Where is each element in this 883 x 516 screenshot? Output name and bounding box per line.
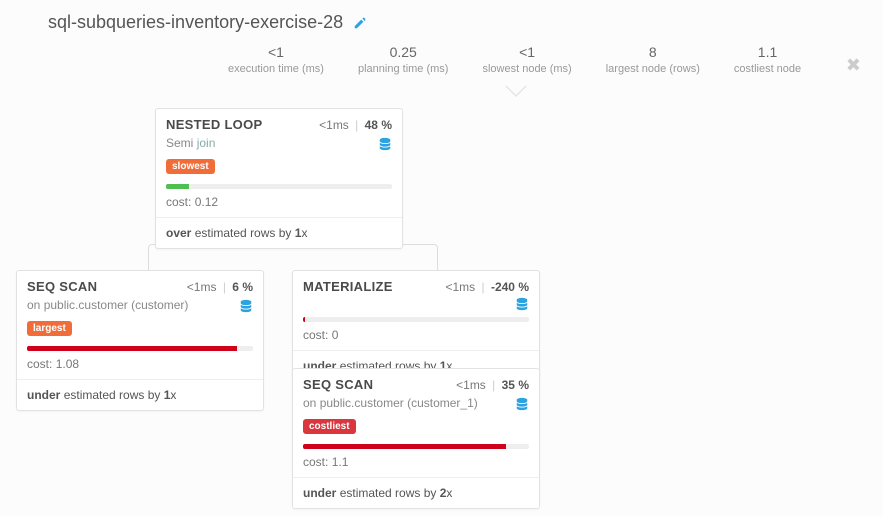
estimate-line: under estimated rows by 2x [293, 478, 539, 508]
plan-node-seq-scan-customer-1[interactable]: SEQ SCAN <1ms | 35 % on public.customer … [292, 368, 540, 509]
node-subtext: on public.customer (customer) [27, 298, 188, 312]
database-icon[interactable] [239, 298, 253, 313]
tag-slowest: slowest [166, 159, 215, 174]
node-title: SEQ SCAN [303, 377, 373, 392]
cost-bar [293, 317, 539, 324]
database-icon[interactable] [378, 136, 392, 151]
cost-bar [156, 180, 402, 191]
cost-bar [17, 342, 263, 353]
node-metrics: <1ms | 6 % [187, 280, 253, 294]
cost-bar [293, 440, 539, 451]
estimate-line: under estimated rows by 1x [17, 380, 263, 410]
cost-line: cost: 1.08 [17, 353, 263, 379]
tag-largest: largest [27, 321, 72, 336]
node-subtext: on public.customer (customer_1) [303, 396, 478, 410]
cost-line: cost: 0.12 [156, 191, 402, 217]
node-subtext: Semi join [166, 136, 215, 150]
database-icon[interactable] [515, 396, 529, 411]
cost-line: cost: 1.1 [293, 451, 539, 477]
database-icon[interactable] [515, 296, 529, 311]
cost-line: cost: 0 [293, 324, 539, 350]
plan-node-materialize[interactable]: MATERIALIZE <1ms | -240 % cost: 0 under … [292, 270, 540, 382]
estimate-line: over estimated rows by 1x [156, 218, 402, 248]
node-title: SEQ SCAN [27, 279, 97, 294]
tag-costliest: costliest [303, 419, 356, 434]
node-metrics: <1ms | 48 % [319, 118, 392, 132]
node-title: NESTED LOOP [166, 117, 262, 132]
node-title: MATERIALIZE [303, 279, 393, 294]
node-metrics: <1ms | -240 % [445, 280, 529, 294]
plan-node-nested-loop[interactable]: NESTED LOOP <1ms | 48 % Semi join slowes… [155, 108, 403, 249]
node-metrics: <1ms | 35 % [456, 378, 529, 392]
plan-node-seq-scan-customer[interactable]: SEQ SCAN <1ms | 6 % on public.customer (… [16, 270, 264, 411]
